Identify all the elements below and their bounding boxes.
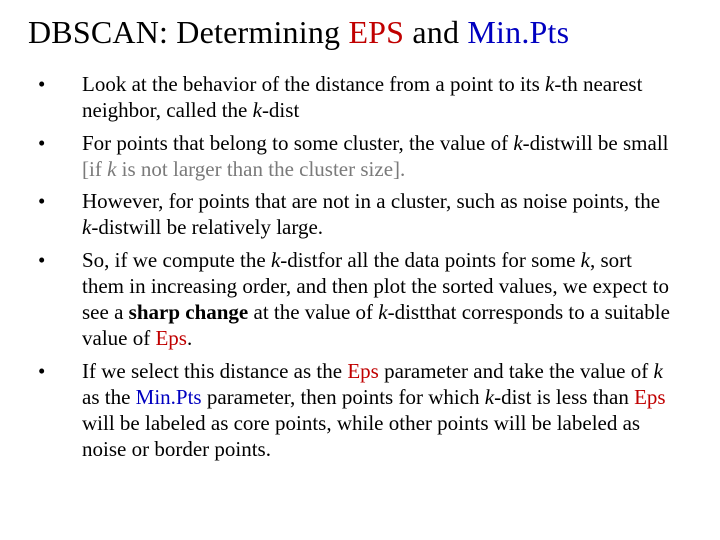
text: will be small xyxy=(560,131,669,155)
list-item: If we select this distance as the Eps pa… xyxy=(38,358,674,463)
list-item: Look at the behavior of the distance fro… xyxy=(38,71,674,124)
text: -dist xyxy=(91,215,128,239)
var-k: k xyxy=(581,248,590,272)
title-text: DBSCAN: Determining xyxy=(28,14,348,50)
slide-title: DBSCAN: Determining EPS and Min.Pts xyxy=(28,14,692,51)
term-minpts: Min.Pts xyxy=(136,385,202,409)
var-k: k xyxy=(485,385,494,409)
bullet-list: Look at the behavior of the distance fro… xyxy=(28,71,692,463)
aside-text: [if xyxy=(82,157,107,181)
list-item: However, for points that are not in a cl… xyxy=(38,188,674,241)
var-k: k xyxy=(513,131,522,155)
text: -dist xyxy=(388,300,425,324)
text: -dist xyxy=(280,248,317,272)
var-k: k xyxy=(82,215,91,239)
text: will be relatively large. xyxy=(129,215,323,239)
emphasis: sharp change xyxy=(129,300,249,324)
term-eps: Eps xyxy=(347,359,379,383)
var-k: k xyxy=(545,72,554,96)
text: Look at the behavior of the distance fro… xyxy=(82,72,545,96)
var-k: k xyxy=(107,157,116,181)
text: -dist xyxy=(262,98,299,122)
title-and: and xyxy=(404,14,467,50)
text: at the value of xyxy=(248,300,378,324)
var-k: k xyxy=(253,98,262,122)
term-eps: Eps xyxy=(634,385,666,409)
list-item: So, if we compute the k-distfor all the … xyxy=(38,247,674,352)
text: However, for points that are not in a cl… xyxy=(82,189,660,213)
slide: DBSCAN: Determining EPS and Min.Pts Look… xyxy=(0,0,720,540)
title-eps: EPS xyxy=(348,14,404,50)
text: . xyxy=(187,326,192,350)
text: parameter and take the value of xyxy=(379,359,654,383)
var-k: k xyxy=(378,300,387,324)
term-eps: Eps xyxy=(155,326,187,350)
text: So, if we compute the xyxy=(82,248,271,272)
title-minpts: Min.Pts xyxy=(467,14,569,50)
var-k: k xyxy=(653,359,662,383)
text: as the xyxy=(82,385,136,409)
text: parameter, then points for which xyxy=(202,385,485,409)
text: -dist is less than xyxy=(494,385,634,409)
text: For points that belong to some cluster, … xyxy=(82,131,513,155)
text: will be labeled as core points, while ot… xyxy=(82,411,640,461)
text: -dist xyxy=(523,131,560,155)
var-k: k xyxy=(271,248,280,272)
aside-text: is not larger than the cluster size]. xyxy=(116,157,405,181)
text: If we select this distance as the xyxy=(82,359,347,383)
list-item: For points that belong to some cluster, … xyxy=(38,130,674,183)
text: for all the data points for some xyxy=(318,248,581,272)
